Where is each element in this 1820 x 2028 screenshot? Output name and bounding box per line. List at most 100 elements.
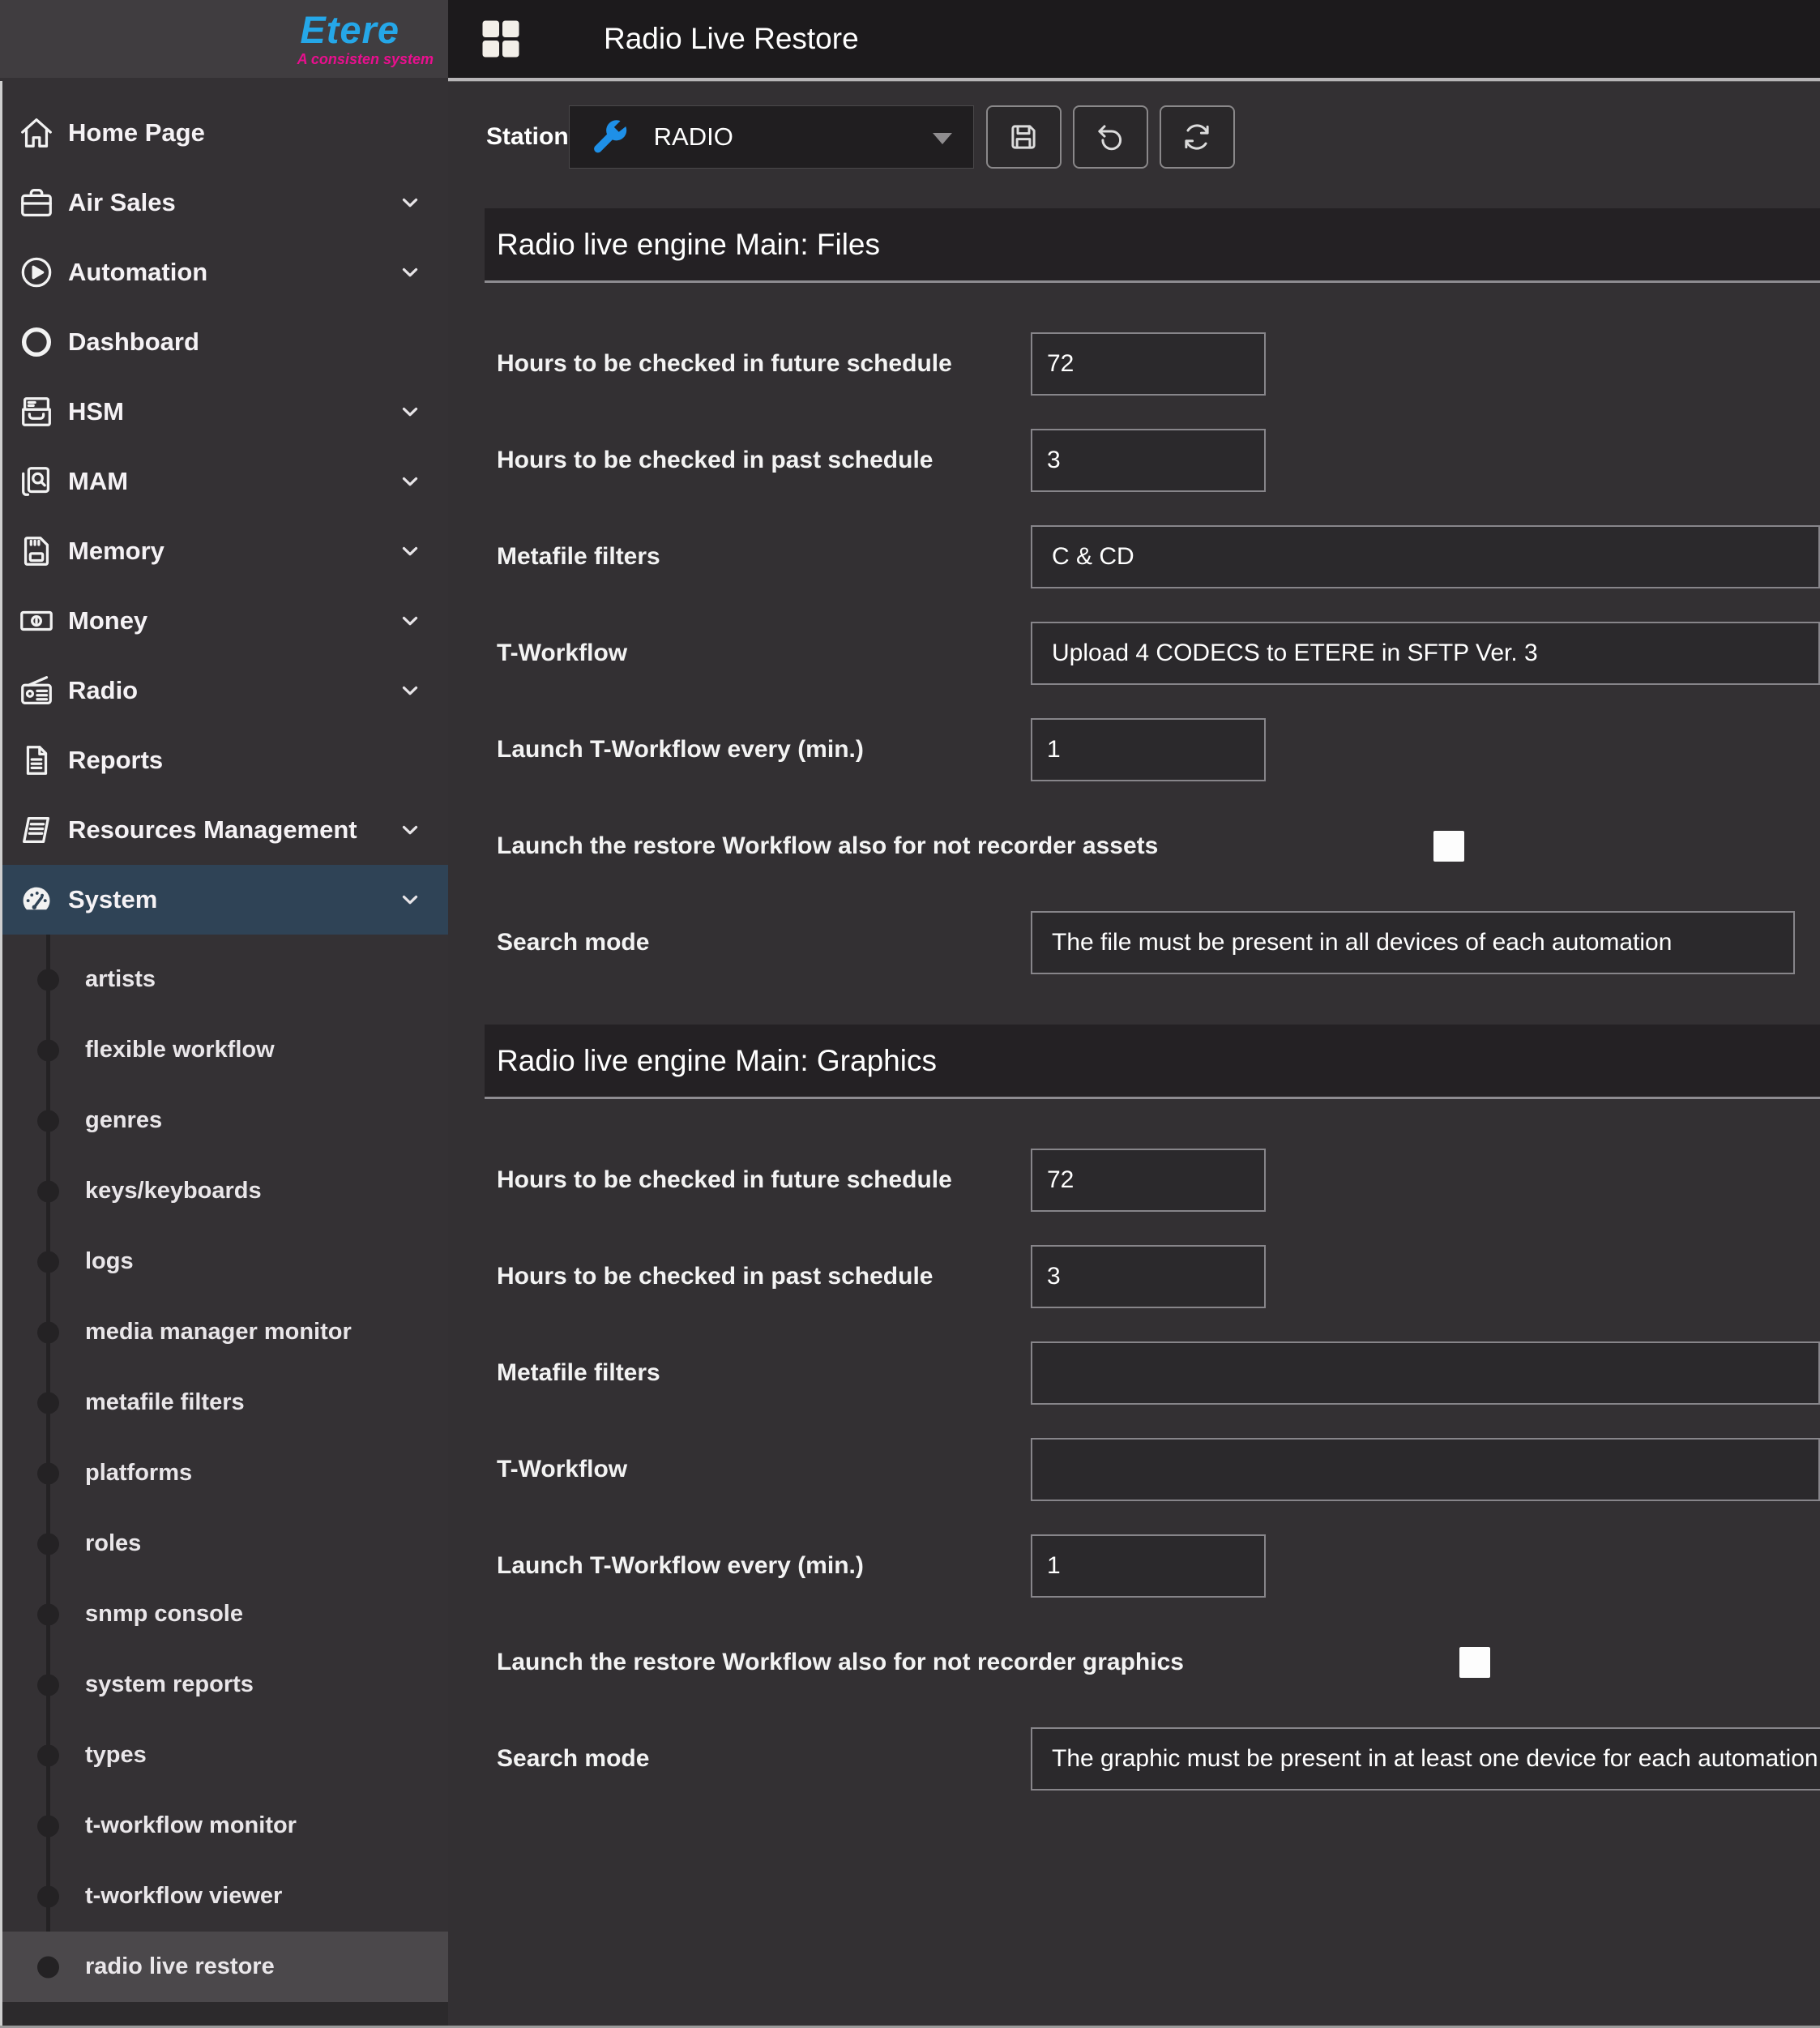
checkbox-launch-the-restore-workflow-also-for-not-recorder-graphics[interactable] xyxy=(1459,1647,1490,1678)
sidebar-item-resources-management[interactable]: Resources Management xyxy=(0,795,448,865)
sidebar-subitem-media-manager-monitor[interactable]: media manager monitor xyxy=(0,1297,448,1367)
form-row: T-Workflow Upload 4 CODECS to ETERE in S… xyxy=(497,605,1820,701)
sidebar-item-automation[interactable]: Automation xyxy=(0,237,448,307)
input-value: 3 xyxy=(1047,1263,1061,1290)
wrench-icon xyxy=(587,115,631,159)
brand-name: Etere xyxy=(300,11,434,49)
grid-menu-icon[interactable] xyxy=(476,15,526,63)
checkbox-launch-the-restore-workflow-also-for-not-recorder-assets[interactable] xyxy=(1433,831,1464,862)
input-metafile-filters[interactable] xyxy=(1031,1341,1820,1405)
app-header: Radio Live Restore xyxy=(448,0,1820,78)
input-launch-t-workflow-every-min[interactable]: 1 xyxy=(1031,1534,1266,1598)
sidebar-item-label: MAM xyxy=(68,467,128,496)
main-area: Radio Live Restore Station RADIO Radio l… xyxy=(448,0,1820,2028)
sidebar-item-money[interactable]: Money xyxy=(0,586,448,656)
input-hours-to-be-checked-in-past-schedule[interactable]: 3 xyxy=(1031,1245,1266,1308)
section-radio-live-engine-main-graphics: Radio live engine Main: Graphics Hours t… xyxy=(448,1025,1820,1807)
station-select[interactable]: RADIO xyxy=(569,105,974,169)
sidebar-item-memory[interactable]: Memory xyxy=(0,516,448,586)
input-t-workflow[interactable]: Upload 4 CODECS to ETERE in SFTP Ver. 3 xyxy=(1031,622,1820,685)
sidebar-item-air-sales[interactable]: Air Sales xyxy=(0,168,448,237)
home-icon xyxy=(18,114,55,152)
field-label: T-Workflow xyxy=(497,1456,1031,1483)
sidebar-subitem-radio-live-restore[interactable]: radio live restore xyxy=(0,1932,448,2002)
sidebar-item-system[interactable]: System xyxy=(0,865,448,935)
sidebar-item-label: HSM xyxy=(68,397,124,426)
input-search-mode[interactable]: The file must be present in all devices … xyxy=(1031,911,1795,974)
form-row: Hours to be checked in past schedule 3 xyxy=(497,412,1820,508)
toolbar-buttons xyxy=(974,105,1235,169)
undo-button[interactable] xyxy=(1073,105,1148,169)
section-radio-live-engine-main-files: Radio live engine Main: Files Hours to b… xyxy=(448,208,1820,990)
form-row: Launch the restore Workflow also for not… xyxy=(497,1614,1820,1710)
field-label: Metafile filters xyxy=(497,543,1031,571)
sidebar-subitem-label: flexible workflow xyxy=(85,1037,275,1063)
play-circle-icon xyxy=(18,254,55,291)
chevron-down-icon xyxy=(398,400,422,424)
page-title: Radio Live Restore xyxy=(604,22,859,56)
field-label: Hours to be checked in past schedule xyxy=(497,447,1031,474)
sidebar-item-dashboard[interactable]: Dashboard xyxy=(0,307,448,377)
input-search-mode[interactable]: The graphic must be present in at least … xyxy=(1031,1727,1820,1791)
sidebar-subitem-platforms[interactable]: platforms xyxy=(0,1438,448,1508)
section-title: Radio live engine Main: Graphics xyxy=(485,1044,937,1078)
settings-content: Radio live engine Main: Files Hours to b… xyxy=(448,208,1820,1807)
field-label: Hours to be checked in future schedule xyxy=(497,1166,1031,1194)
gauge-icon xyxy=(18,881,55,918)
sidebar-subitem-logs[interactable]: logs xyxy=(0,1226,448,1297)
sidebar-subitem-label: radio live restore xyxy=(85,1953,275,1980)
undo-icon xyxy=(1093,120,1127,154)
input-hours-to-be-checked-in-past-schedule[interactable]: 3 xyxy=(1031,429,1266,492)
sidebar-subitem-artists[interactable]: artists xyxy=(0,944,448,1015)
field-label: Search mode xyxy=(497,929,1031,956)
sidebar-item-hsm[interactable]: HSM xyxy=(0,377,448,447)
form-row: Search mode The graphic must be present … xyxy=(497,1710,1820,1807)
sidebar-item-home-page[interactable]: Home Page xyxy=(0,98,448,168)
save-button[interactable] xyxy=(986,105,1062,169)
field-label: Search mode xyxy=(497,1745,1031,1773)
sidebar-subitem-system-reports[interactable]: system reports xyxy=(0,1649,448,1720)
section-header: Radio live engine Main: Graphics xyxy=(485,1025,1820,1099)
input-hours-to-be-checked-in-future-schedule[interactable]: 72 xyxy=(1031,1149,1266,1212)
sidebar-item-radio[interactable]: Radio xyxy=(0,656,448,725)
sidebar-subitem-label: media manager monitor xyxy=(85,1319,352,1346)
refresh-icon xyxy=(1180,120,1214,154)
sidebar-subitem-snmp-console[interactable]: snmp console xyxy=(0,1579,448,1649)
chevron-down-icon xyxy=(398,260,422,285)
sidebar-subitem-roles[interactable]: roles xyxy=(0,1508,448,1579)
input-metafile-filters[interactable]: C & CD xyxy=(1031,525,1820,588)
sd-card-icon xyxy=(18,533,55,570)
chevron-down-icon xyxy=(398,888,422,912)
sidebar-item-label: Reports xyxy=(68,746,163,775)
input-value: The file must be present in all devices … xyxy=(1052,929,1672,956)
input-launch-t-workflow-every-min[interactable]: 1 xyxy=(1031,718,1266,781)
brand-logo: Etere A consisten system xyxy=(0,0,448,78)
sidebar-subitem-metafile-filters[interactable]: metafile filters xyxy=(0,1367,448,1438)
sidebar-item-label: Home Page xyxy=(68,118,205,148)
input-value: 72 xyxy=(1047,1166,1074,1194)
sidebar-item-mam[interactable]: MAM xyxy=(0,447,448,516)
sidebar-item-reports[interactable]: Reports xyxy=(0,725,448,795)
section-title: Radio live engine Main: Files xyxy=(485,228,880,262)
sidebar-item-label: Resources Management xyxy=(68,815,357,845)
input-value: 72 xyxy=(1047,350,1074,378)
field-label: Metafile filters xyxy=(497,1359,1031,1387)
sidebar-item-label: Automation xyxy=(68,258,207,287)
input-hours-to-be-checked-in-future-schedule[interactable]: 72 xyxy=(1031,332,1266,396)
form-row: Hours to be checked in future schedule 7… xyxy=(497,315,1820,412)
input-value: 3 xyxy=(1047,447,1061,474)
input-t-workflow[interactable] xyxy=(1031,1438,1820,1501)
sidebar-subitem-t-workflow-monitor[interactable]: t-workflow monitor xyxy=(0,1791,448,1861)
sidebar-item-label: Money xyxy=(68,606,147,635)
sidebar-subitem-keys-keyboards[interactable]: keys/keyboards xyxy=(0,1156,448,1226)
sidebar-subitem-genres[interactable]: genres xyxy=(0,1085,448,1156)
sidebar-subitem-label: genres xyxy=(85,1107,162,1134)
refresh-button[interactable] xyxy=(1160,105,1235,169)
sidebar-subitem-label: platforms xyxy=(85,1460,192,1487)
sidebar-subitem-t-workflow-viewer[interactable]: t-workflow viewer xyxy=(0,1861,448,1932)
sidebar-submenu: artists flexible workflow genres keys/ke… xyxy=(0,935,448,2002)
section-rows: Hours to be checked in future schedule 7… xyxy=(448,283,1820,990)
field-label: Launch the restore Workflow also for not… xyxy=(497,832,1158,860)
sidebar-subitem-types[interactable]: types xyxy=(0,1720,448,1791)
sidebar-subitem-flexible-workflow[interactable]: flexible workflow xyxy=(0,1015,448,1085)
